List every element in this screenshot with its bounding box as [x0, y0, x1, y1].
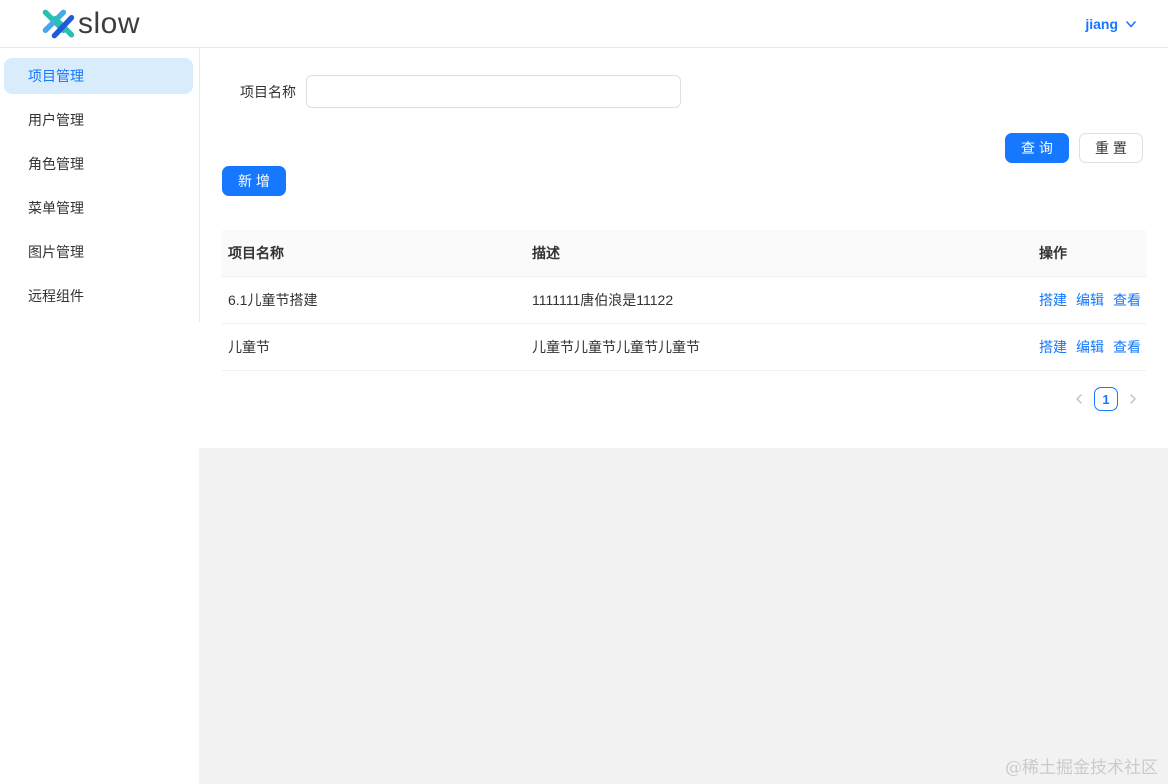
action-link-搭建[interactable]: 搭建 — [1039, 292, 1067, 308]
page-number[interactable]: 1 — [1094, 387, 1118, 411]
filter-form: 项目名称 — [240, 75, 1168, 108]
table-body: 6.1儿童节搭建 1111111唐伯浪是11122 搭建 编辑 查看 儿童节 儿童节儿童节儿… — [222, 277, 1146, 371]
cell-description: 1111111唐伯浪是11122 — [532, 292, 674, 308]
toolbar: 新 增 — [222, 166, 1168, 196]
cell-actions: 搭建 编辑 查看 — [1033, 337, 1146, 357]
project-name-label: 项目名称 — [240, 83, 296, 100]
column-header: 项目名称 — [228, 245, 284, 261]
page-body: 项目管理用户管理角色管理菜单管理图片管理远程组件 项目名称 查 询 重 置 新 … — [0, 48, 1168, 784]
search-button[interactable]: 查 询 — [1005, 133, 1069, 163]
add-button[interactable]: 新 增 — [222, 166, 286, 196]
filter-actions: 查 询 重 置 — [199, 133, 1143, 163]
column-header: 操作 — [1039, 245, 1067, 261]
cell-actions: 搭建 编辑 查看 — [1033, 290, 1146, 310]
action-link-编辑[interactable]: 编辑 — [1076, 292, 1104, 308]
cell-description: 儿童节儿童节儿童节儿童节 — [532, 339, 700, 355]
reset-button[interactable]: 重 置 — [1079, 133, 1143, 163]
sidebar-divider — [199, 48, 200, 322]
chevron-down-icon — [1124, 17, 1138, 31]
top-header: slow jiang — [0, 0, 1168, 48]
project-name-input[interactable] — [306, 75, 681, 108]
pagination: 1 — [199, 387, 1140, 411]
table-row: 6.1儿童节搭建 1111111唐伯浪是11122 搭建 编辑 查看 — [222, 277, 1146, 324]
table-row: 儿童节 儿童节儿童节儿童节儿童节 搭建 编辑 查看 — [222, 324, 1146, 371]
projects-table: 项目名称 描述 操作 6.1儿童节搭建 1111111唐伯浪是11122 搭建 编辑 查看儿… — [222, 230, 1146, 371]
prev-page-icon[interactable] — [1072, 392, 1086, 406]
column-header: 描述 — [532, 245, 560, 261]
action-link-搭建[interactable]: 搭建 — [1039, 339, 1067, 355]
action-link-编辑[interactable]: 编辑 — [1076, 339, 1104, 355]
next-page-icon[interactable] — [1126, 392, 1140, 406]
action-link-查看[interactable]: 查看 — [1113, 339, 1141, 355]
sidebar-item-项目管理[interactable]: 项目管理 — [4, 58, 193, 94]
logo-text: slow — [78, 6, 141, 40]
watermark: @稀土掘金技术社区 — [1005, 758, 1158, 778]
user-name: jiang — [1085, 15, 1118, 32]
sidebar-item-用户管理[interactable]: 用户管理 — [4, 102, 193, 138]
action-link-查看[interactable]: 查看 — [1113, 292, 1141, 308]
sidebar-item-角色管理[interactable]: 角色管理 — [4, 146, 193, 182]
cell-project-name: 6.1儿童节搭建 — [228, 292, 318, 308]
table-header-row: 项目名称 描述 操作 — [222, 230, 1146, 277]
sidebar-item-图片管理[interactable]: 图片管理 — [4, 234, 193, 270]
logo: slow — [40, 6, 140, 42]
user-menu[interactable]: jiang — [1085, 16, 1138, 32]
content-panel: 项目名称 查 询 重 置 新 增 项目名称 描述 操作 6.1儿童节搭建 111111… — [199, 48, 1168, 448]
logo-icon — [40, 6, 76, 42]
sidebar-item-远程组件[interactable]: 远程组件 — [4, 278, 193, 314]
sidebar-item-菜单管理[interactable]: 菜单管理 — [4, 190, 193, 226]
background-panel: @稀土掘金技术社区 — [199, 448, 1168, 784]
sidebar-menu: 项目管理用户管理角色管理菜单管理图片管理远程组件 — [0, 48, 199, 784]
main-area: 项目名称 查 询 重 置 新 增 项目名称 描述 操作 6.1儿童节搭建 111111… — [199, 48, 1168, 784]
cell-project-name: 儿童节 — [228, 339, 270, 355]
